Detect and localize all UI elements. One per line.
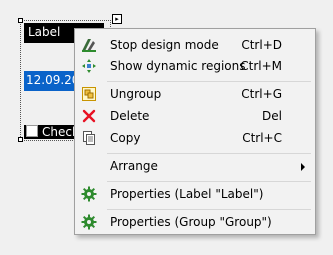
ungroup-icon — [81, 86, 97, 102]
dynamic-regions-icon — [81, 58, 97, 74]
resize-handle[interactable] — [18, 18, 23, 23]
submenu-arrow-icon — [301, 163, 305, 171]
menu-item-show-dynamic-regions[interactable]: Show dynamic regions Ctrl+M — [77, 56, 313, 76]
menu-item-ungroup[interactable]: Ungroup Ctrl+G — [77, 84, 313, 104]
menu-item-label: Properties (Group "Group") — [110, 215, 272, 229]
menu-item-label: Arrange — [110, 159, 158, 173]
menu-item-delete[interactable]: Delete Del — [77, 106, 313, 126]
resize-handle[interactable] — [18, 137, 23, 142]
menu-item-arrange[interactable]: Arrange — [77, 156, 313, 176]
menu-item-copy[interactable]: Copy Ctrl+C — [77, 128, 313, 148]
menu-separator — [107, 81, 311, 82]
context-menu: Stop design mode Ctrl+D Show dynamic reg… — [74, 28, 316, 235]
checkbox-icon[interactable] — [26, 125, 38, 137]
menu-item-label: Copy — [110, 131, 141, 145]
menu-item-shortcut: Del — [262, 109, 282, 123]
delete-icon — [81, 108, 97, 124]
menu-item-shortcut: Ctrl+C — [242, 131, 282, 145]
gear-icon — [81, 186, 97, 202]
menu-item-label: Show dynamic regions — [110, 59, 246, 73]
smart-tag-icon[interactable]: ▸ — [112, 14, 122, 24]
design-mode-icon — [81, 37, 97, 53]
gear-icon — [81, 214, 97, 230]
menu-item-label: Properties (Label "Label") — [110, 187, 264, 201]
menu-item-properties-label[interactable]: Properties (Label "Label") — [77, 184, 313, 204]
copy-icon — [81, 130, 97, 146]
menu-item-label: Delete — [110, 109, 150, 123]
menu-item-shortcut: Ctrl+M — [240, 59, 282, 73]
menu-item-shortcut: Ctrl+D — [241, 38, 282, 52]
menu-separator — [107, 181, 311, 182]
menu-item-label: Ungroup — [110, 87, 162, 101]
menu-item-shortcut: Ctrl+G — [241, 87, 282, 101]
menu-separator — [107, 153, 311, 154]
menu-item-properties-group[interactable]: Properties (Group "Group") — [77, 212, 313, 232]
menu-separator — [107, 209, 311, 210]
menu-item-label: Stop design mode — [110, 38, 219, 52]
menu-item-stop-design-mode[interactable]: Stop design mode Ctrl+D — [77, 35, 313, 55]
